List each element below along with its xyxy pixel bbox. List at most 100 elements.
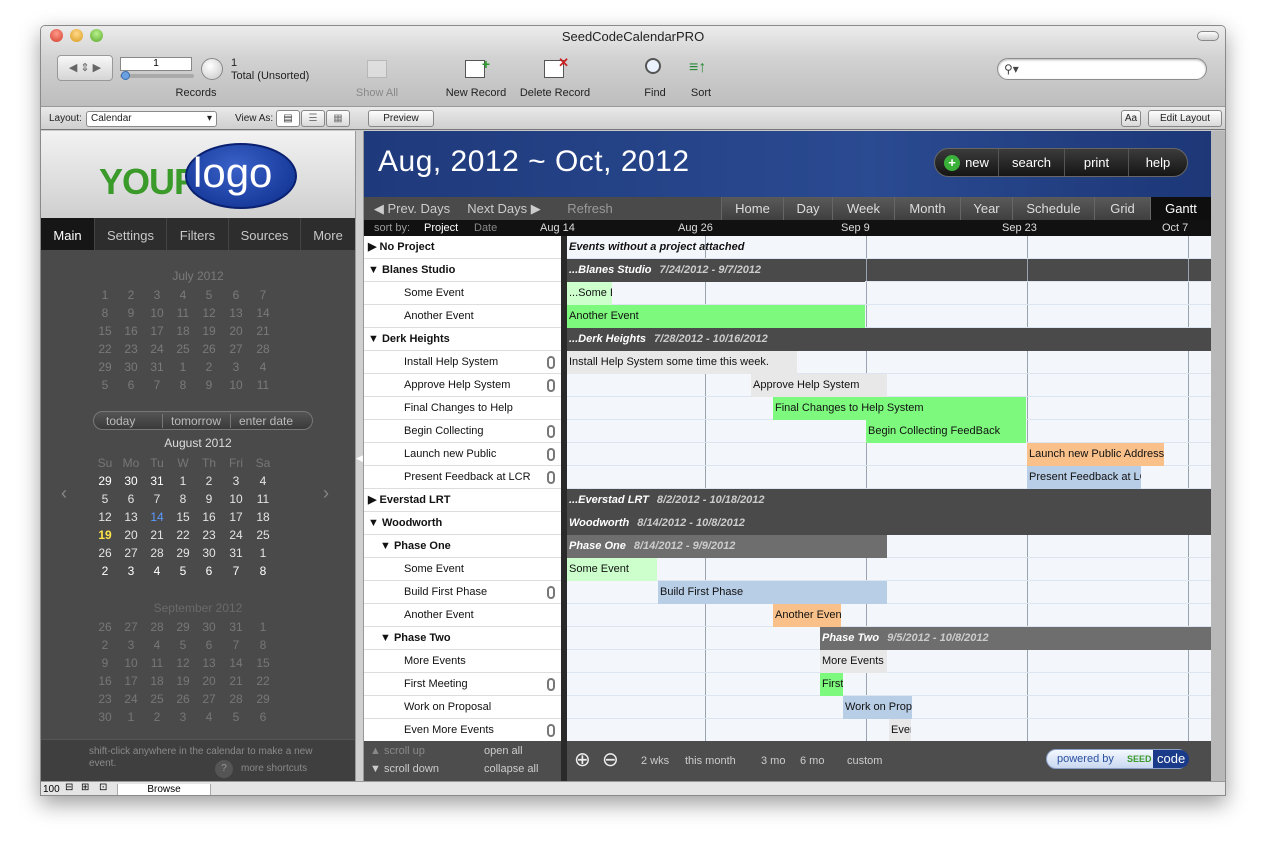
range-3mo-button[interactable]: 3 mo <box>761 755 785 767</box>
calendar-day[interactable]: 27 <box>118 620 144 634</box>
sort-date-button[interactable]: Date <box>474 222 497 234</box>
calendar-day[interactable]: 9 <box>92 656 118 670</box>
row-label[interactable]: First Meeting <box>364 673 561 696</box>
row-label[interactable]: ▼ Phase Two <box>364 627 561 650</box>
event-bar[interactable]: Some Event <box>567 558 657 581</box>
calendar-day[interactable]: 6 <box>223 288 249 302</box>
calendar-day[interactable]: 14 <box>223 656 249 670</box>
calendar-day[interactable]: 30 <box>92 710 118 724</box>
tab-home[interactable]: Home <box>721 197 783 220</box>
calendar-day[interactable]: 2 <box>118 288 144 302</box>
open-all-button[interactable]: open all <box>484 745 523 757</box>
calendar-day[interactable]: 5 <box>92 378 118 392</box>
tab-gantt[interactable]: Gantt <box>1150 197 1211 220</box>
calendar-day[interactable]: 20 <box>196 674 222 688</box>
calendar-day[interactable]: 28 <box>223 692 249 706</box>
record-slider[interactable] <box>120 74 194 78</box>
calendar-day[interactable]: 7 <box>250 288 276 302</box>
row-label[interactable]: ▼ Woodworth <box>364 512 561 535</box>
tab-filters[interactable]: Filters <box>167 218 229 250</box>
calendar-day[interactable]: 13 <box>118 510 144 524</box>
calendar-day[interactable]: 9 <box>196 378 222 392</box>
tab-week[interactable]: Week <box>832 197 894 220</box>
row-label[interactable]: Final Changes to Help <box>364 397 561 420</box>
calendar-day[interactable]: 5 <box>223 710 249 724</box>
enter-date-button[interactable]: enter date <box>230 414 293 428</box>
calendar-day[interactable]: 31 <box>144 360 170 374</box>
event-bar[interactable]: First <box>820 673 843 696</box>
calendar-day[interactable]: 26 <box>170 692 196 706</box>
row-label[interactable]: Present Feedback at LCR <box>364 466 561 489</box>
tab-more[interactable]: More <box>301 218 355 250</box>
text-formatting-button[interactable]: Aa <box>1121 110 1141 127</box>
new-button[interactable]: + new <box>935 149 999 176</box>
event-bar[interactable]: Work on Propos <box>843 696 912 719</box>
calendar-day[interactable]: 31 <box>144 474 170 488</box>
new-record-button[interactable]: New Record <box>439 87 513 99</box>
zoom-out-icon[interactable]: ⊖ <box>602 747 619 772</box>
delete-record-icon[interactable]: ✕ <box>544 55 569 78</box>
tab-schedule[interactable]: Schedule <box>1012 197 1094 220</box>
new-record-icon[interactable]: + <box>465 56 490 78</box>
calendar-day[interactable]: 27 <box>118 546 144 560</box>
row-label[interactable]: Even More Events <box>364 719 561 742</box>
calendar-day[interactable]: 21 <box>144 528 170 542</box>
calendar-day[interactable]: 5 <box>196 288 222 302</box>
calendar-day[interactable]: 18 <box>250 510 276 524</box>
calendar-day[interactable]: 17 <box>118 674 144 688</box>
event-bar[interactable]: Even <box>889 719 911 742</box>
calendar-day[interactable]: 2 <box>92 638 118 652</box>
calendar-day[interactable]: 25 <box>144 692 170 706</box>
calendar-day[interactable]: 25 <box>250 528 276 542</box>
record-number-input[interactable]: 1 <box>120 57 192 71</box>
delete-record-button[interactable]: Delete Record <box>515 87 595 99</box>
view-as-form-button[interactable]: ▤ <box>276 110 300 127</box>
row-label[interactable]: Some Event <box>364 558 561 581</box>
row-label[interactable]: ▼ Derk Heights <box>364 328 561 351</box>
calendar-day[interactable]: 19 <box>196 324 222 338</box>
calendar-day[interactable]: 11 <box>170 306 196 320</box>
sort-icon[interactable]: ≡↑ <box>689 58 711 78</box>
calendar-day[interactable]: 12 <box>196 306 222 320</box>
toggle-status-area-button[interactable]: ⊡ <box>99 782 107 793</box>
sort-button[interactable]: Sort <box>681 87 721 99</box>
calendar-day[interactable]: 14 <box>250 306 276 320</box>
project-bar[interactable]: Events without a project attached <box>567 236 867 259</box>
calendar-day[interactable]: 26 <box>92 620 118 634</box>
zoom-out-button[interactable]: ⊟ <box>65 782 73 793</box>
calendar-day[interactable]: 14 <box>144 510 170 524</box>
row-label[interactable]: Approve Help System <box>364 374 561 397</box>
calendar-day[interactable]: 25 <box>170 342 196 356</box>
calendar-day[interactable]: 30 <box>196 546 222 560</box>
show-all-button[interactable]: Show All <box>347 87 407 99</box>
project-bar[interactable]: Woodworth 8/14/2012 - 10/8/2012 <box>567 512 1211 535</box>
calendar-day[interactable]: 5 <box>170 564 196 578</box>
calendar-day[interactable]: 23 <box>196 528 222 542</box>
project-bar[interactable]: ...Everstad LRT 8/2/2012 - 10/18/2012 <box>567 489 1211 512</box>
calendar-day[interactable]: 12 <box>92 510 118 524</box>
record-slider-thumb[interactable] <box>121 71 130 80</box>
tomorrow-button[interactable]: tomorrow <box>162 414 221 428</box>
view-as-table-button[interactable]: ▦ <box>326 110 350 127</box>
calendar-day[interactable]: 10 <box>118 656 144 670</box>
calendar-day[interactable]: 2 <box>144 710 170 724</box>
event-bar[interactable]: Another Event <box>567 305 865 328</box>
row-label[interactable]: ▼ Phase One <box>364 535 561 558</box>
calendar-day[interactable]: 6 <box>118 378 144 392</box>
next-days-button[interactable]: Next Days ▶ <box>464 197 544 220</box>
tab-year[interactable]: Year <box>960 197 1012 220</box>
project-bar[interactable]: ...Derk Heights 7/28/2012 - 10/16/2012 <box>567 328 1211 351</box>
record-navigator[interactable]: ◀ ⇕ ▶ <box>57 55 113 81</box>
calendar-day[interactable]: 8 <box>170 492 196 506</box>
calendar-day[interactable]: 30 <box>118 474 144 488</box>
event-bar[interactable]: Launch new Public Address Sy <box>1027 443 1164 466</box>
calendar-day[interactable]: 21 <box>223 674 249 688</box>
tab-day[interactable]: Day <box>783 197 832 220</box>
calendar-day[interactable]: 12 <box>170 656 196 670</box>
find-button[interactable]: Find <box>635 87 675 99</box>
tab-grid[interactable]: Grid <box>1094 197 1150 220</box>
toolbar-toggle-button[interactable] <box>1197 31 1219 41</box>
calendar-day[interactable]: 15 <box>250 656 276 670</box>
calendar-day[interactable]: 28 <box>144 546 170 560</box>
calendar-day[interactable]: 6 <box>118 492 144 506</box>
